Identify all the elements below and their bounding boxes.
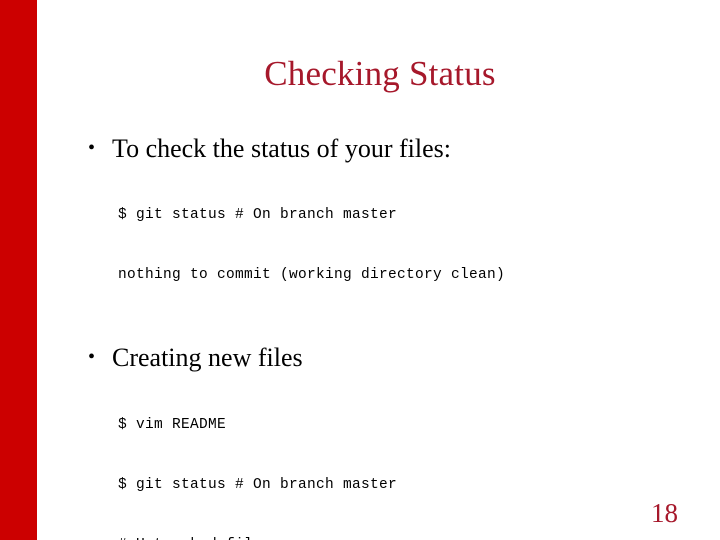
bullet-item-check-status: • To check the status of your files: [88,132,703,165]
bullet-point-icon: • [88,346,96,368]
code-line: # Untracked files: [118,535,703,540]
code-line: nothing to commit (working directory cle… [118,267,506,283]
code-line: $ git status # On branch master [118,477,398,493]
presentation-slide: Checking Status • To check the status of … [0,0,720,540]
slide-body: • To check the status of your files: $ gi… [88,132,703,540]
code-block-check-status: $ git status # On branch master nothing … [118,165,703,325]
code-line: $ git status # On branch master [118,207,398,223]
code-line: $ vim README [118,417,227,433]
bullet-point-icon: • [88,137,96,159]
code-block-creating-new-files: $ vim README $ git status # On branch ma… [118,375,703,540]
left-accent-band [0,0,37,540]
page-title: Checking Status [264,54,496,93]
bullet-item-creating-new-files: • Creating new files [88,341,703,374]
bullet-item-label: To check the status of your files: [112,134,451,163]
slide-page-number: 18 [651,498,678,528]
bullet-item-label: Creating new files [112,343,303,372]
